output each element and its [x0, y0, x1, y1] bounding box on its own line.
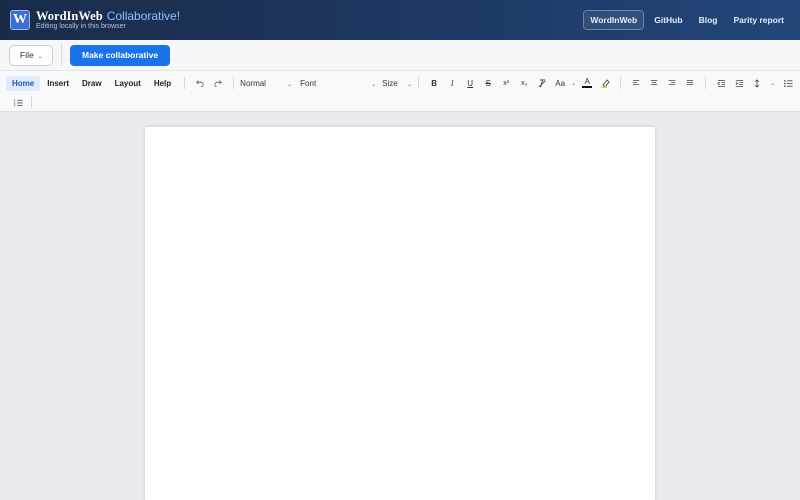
action-bar: File ⌄ Make collaborative — [0, 40, 800, 71]
italic-button[interactable]: I — [445, 75, 459, 91]
align-justify-icon[interactable] — [683, 75, 697, 91]
make-collaborative-button[interactable]: Make collaborative — [70, 44, 171, 66]
top-nav: WordInWeb GitHub Blog Parity report — [583, 10, 790, 30]
tab-layout[interactable]: Layout — [109, 76, 147, 91]
font-size-value: Size — [382, 78, 398, 88]
app-header: W WordInWeb Collaborative! Editing local… — [0, 0, 800, 40]
chevron-down-icon[interactable]: ⌄ — [770, 80, 775, 87]
line-spacing-icon[interactable] — [750, 75, 764, 91]
superscript-button[interactable]: x² — [499, 75, 513, 91]
bulleted-list-icon[interactable] — [781, 75, 795, 91]
bold-button[interactable]: B — [427, 75, 441, 91]
align-left-icon[interactable] — [629, 75, 643, 91]
font-color-button[interactable]: A — [580, 75, 594, 91]
chevron-down-icon: ⌄ — [287, 81, 293, 88]
paragraph-style-select[interactable]: Normal ⌄ — [240, 75, 292, 91]
tab-insert[interactable]: Insert — [41, 76, 75, 91]
ribbon-row-overflow: 123 — [9, 95, 38, 109]
font-color-swatch — [582, 86, 593, 88]
file-menu-button[interactable]: File ⌄ — [9, 44, 53, 66]
file-menu-label: File — [20, 50, 34, 60]
font-family-value: Font — [300, 78, 317, 88]
nav-github[interactable]: GitHub — [648, 11, 688, 29]
chevron-down-icon: ⌄ — [371, 81, 377, 88]
brand-tag: Collaborative! — [106, 8, 181, 23]
editing-status: Editing locally in this browser — [36, 23, 126, 31]
divider — [233, 77, 235, 89]
divider — [31, 96, 32, 108]
ribbon-row-main: Home Insert Draw Layout Help Normal ⌄ Fo… — [6, 74, 797, 92]
divider — [61, 44, 62, 66]
highlighter-icon[interactable] — [598, 75, 612, 91]
redo-icon[interactable] — [211, 75, 225, 91]
subscript-button[interactable]: x₂ — [517, 75, 531, 91]
nav-wordinweb[interactable]: WordInWeb — [583, 10, 645, 30]
increase-indent-icon[interactable] — [732, 75, 746, 91]
decrease-indent-icon[interactable] — [714, 75, 728, 91]
nav-parity-report[interactable]: Parity report — [727, 11, 790, 29]
align-right-icon[interactable] — [665, 75, 679, 91]
chevron-down-icon[interactable]: ⌄ — [571, 80, 576, 87]
change-case-button[interactable]: Aa — [553, 75, 567, 91]
divider — [418, 77, 420, 89]
svg-text:3: 3 — [14, 103, 16, 106]
font-color-label: A — [584, 77, 590, 86]
brand-name: WordInWeb — [36, 8, 103, 23]
divider — [184, 77, 186, 89]
font-family-select[interactable]: Font ⌄ — [300, 75, 376, 91]
undo-icon[interactable] — [193, 75, 207, 91]
chevron-down-icon: ⌄ — [37, 53, 43, 60]
clear-formatting-icon[interactable] — [535, 75, 549, 91]
align-center-icon[interactable] — [647, 75, 661, 91]
underline-button[interactable]: U — [463, 75, 477, 91]
tab-draw[interactable]: Draw — [76, 76, 108, 91]
numbered-list-icon[interactable]: 123 — [11, 94, 25, 110]
ribbon-toolbar: Home Insert Draw Layout Help Normal ⌄ Fo… — [0, 71, 800, 112]
brand: WordInWeb Collaborative! Editing locally… — [36, 10, 180, 31]
tab-home[interactable]: Home — [6, 75, 41, 91]
nav-blog[interactable]: Blog — [693, 11, 724, 29]
tab-help[interactable]: Help — [148, 76, 177, 91]
paragraph-style-value: Normal — [240, 78, 266, 88]
document-canvas[interactable] — [0, 112, 800, 500]
strikethrough-button[interactable]: S — [481, 75, 495, 91]
divider — [620, 77, 622, 89]
divider — [705, 77, 707, 89]
document-page[interactable] — [145, 127, 655, 500]
font-size-select[interactable]: Size ⌄ — [382, 75, 412, 91]
chevron-down-icon: ⌄ — [407, 81, 413, 88]
app-logo[interactable]: W — [10, 10, 30, 30]
